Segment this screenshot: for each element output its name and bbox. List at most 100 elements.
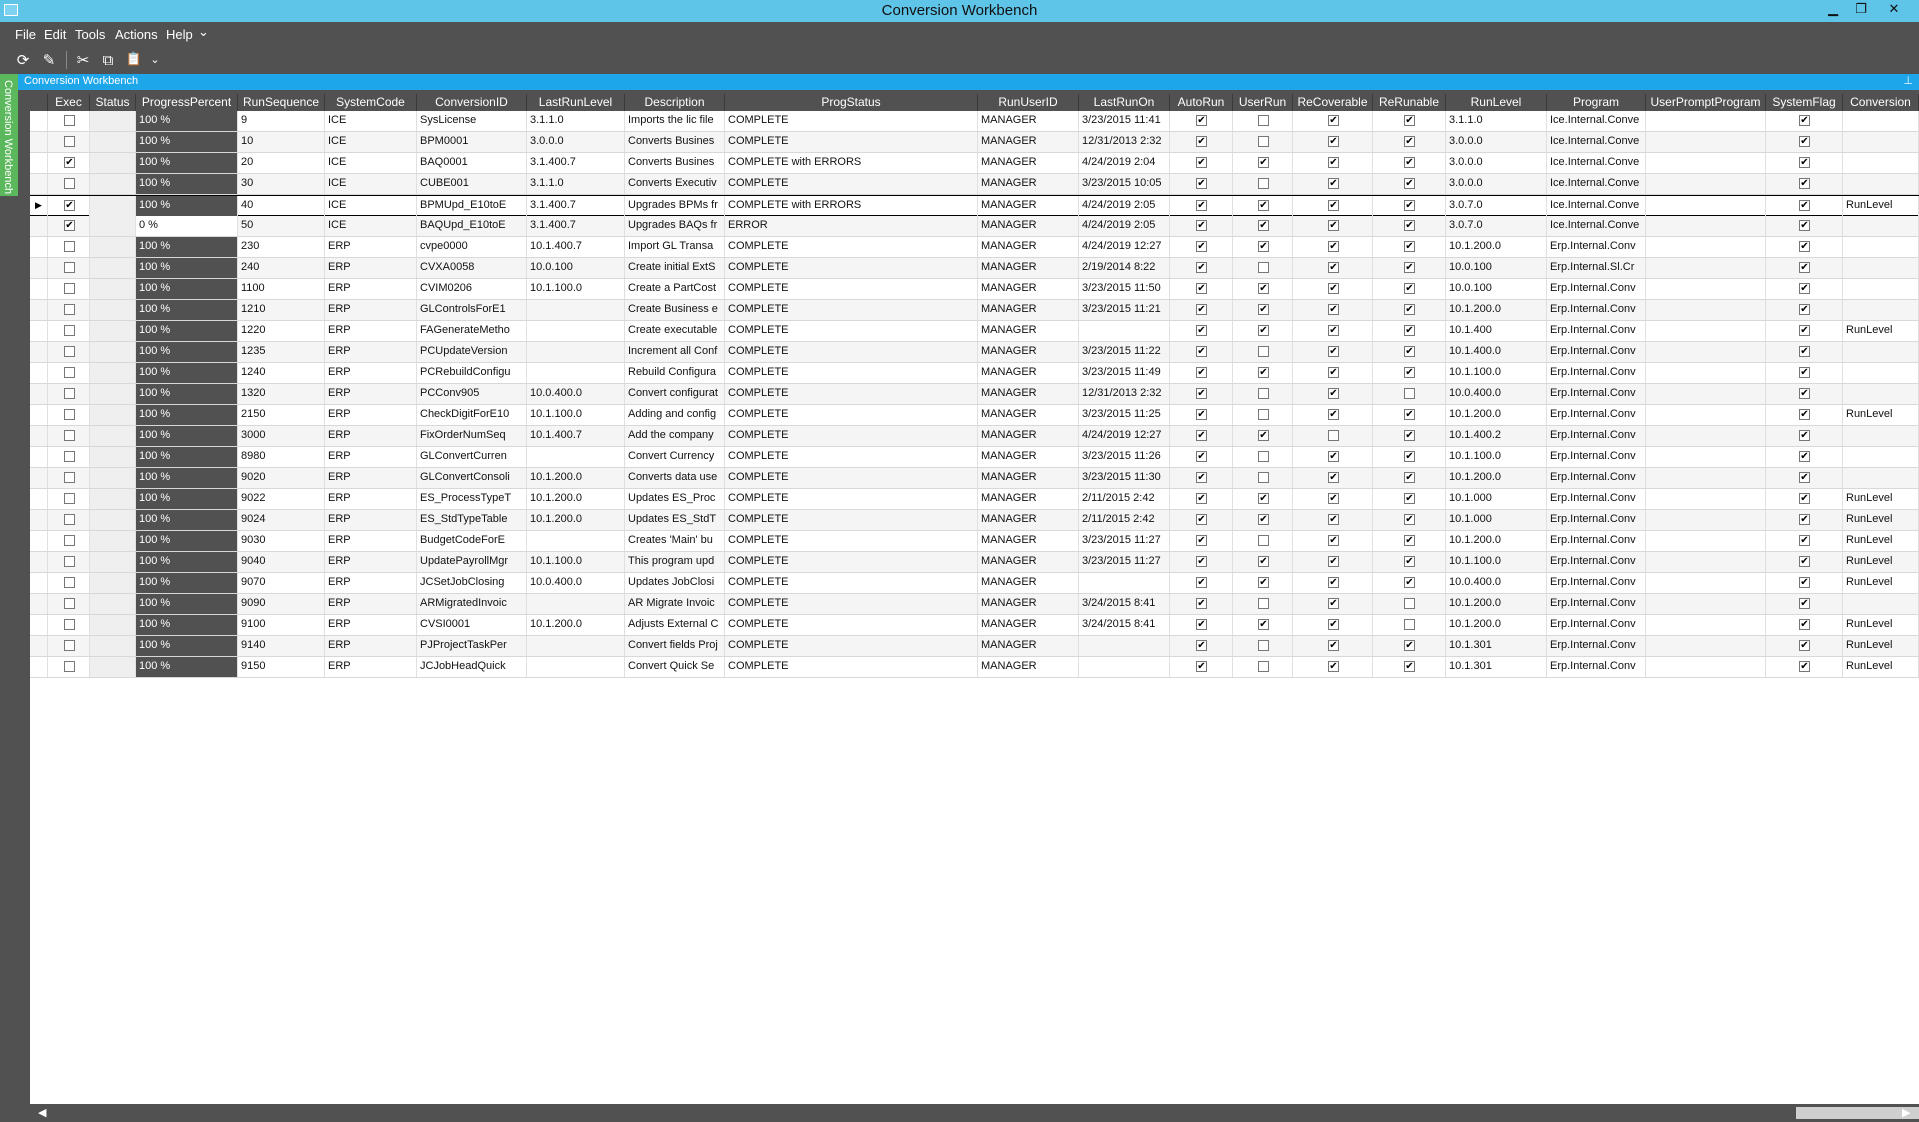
cell-program[interactable]: Ice.Internal.Conve [1547,196,1646,216]
cell-runlevel[interactable]: 10.1.200.0 [1446,237,1547,257]
userrun-checkbox[interactable]: ✔ [1258,619,1269,630]
table-row[interactable]: 100 % 1220 ERP FAGenerateMetho Create execut… [30,321,1919,342]
copy-icon[interactable]: ⧉ [97,49,119,71]
exec-checkbox[interactable] [64,661,75,672]
cell-userpromptprogram[interactable] [1646,531,1766,551]
cell-description[interactable]: This program upd [625,552,725,572]
table-row[interactable]: 100 % 230 ERP cvpe0000 10.1.400.7 Import GL T… [30,237,1919,258]
cell-userpromptprogram[interactable] [1646,363,1766,383]
exec-checkbox[interactable]: ✔ [64,200,75,211]
recoverable-checkbox[interactable]: ✔ [1328,451,1339,462]
cell-runlevel[interactable]: 10.1.000 [1446,489,1547,509]
autorun-checkbox[interactable]: ✔ [1196,115,1207,126]
exec-checkbox[interactable] [64,493,75,504]
rerunable-checkbox[interactable]: ✔ [1404,514,1415,525]
recoverable-checkbox[interactable]: ✔ [1328,367,1339,378]
exec-checkbox[interactable] [64,598,75,609]
cell-userpromptprogram[interactable] [1646,510,1766,530]
recoverable-checkbox[interactable]: ✔ [1328,283,1339,294]
recoverable-checkbox[interactable]: ✔ [1328,493,1339,504]
cell-systemcode[interactable]: ICE [325,111,417,131]
side-tab-conversion-workbench[interactable]: Conversion Workbench [0,74,18,196]
recoverable-checkbox[interactable]: ✔ [1328,200,1339,211]
cell-lastrunlevel[interactable]: 3.1.400.7 [527,216,625,236]
recoverable-checkbox[interactable]: ✔ [1328,220,1339,231]
cell-systemcode[interactable]: ERP [325,615,417,635]
cell-runlevel[interactable]: 10.1.400.2 [1446,426,1547,446]
systemflag-checkbox[interactable]: ✔ [1799,430,1810,441]
cell-lastrunlevel[interactable]: 3.1.1.0 [527,111,625,131]
systemflag-checkbox[interactable]: ✔ [1799,409,1810,420]
userrun-checkbox[interactable] [1258,451,1269,462]
cell-lastrunon[interactable]: 3/23/2015 11:50 [1079,279,1170,299]
menu-help[interactable]: Help [166,27,193,42]
cell-description[interactable]: Adding and config [625,405,725,425]
cell-conversionid[interactable]: ES_StdTypeTable [417,510,527,530]
exec-checkbox[interactable] [64,451,75,462]
cell-conversion[interactable] [1843,216,1919,236]
cell-systemcode[interactable]: ICE [325,216,417,236]
cell-runsequence[interactable]: 1100 [238,279,325,299]
cell-systemcode[interactable]: ICE [325,174,417,194]
table-row[interactable]: 100 % 1210 ERP GLControlsForE1 Create Busine… [30,300,1919,321]
rerunable-checkbox[interactable] [1404,598,1415,609]
row-selector[interactable] [30,426,48,446]
cell-userpromptprogram[interactable] [1646,321,1766,341]
recoverable-checkbox[interactable]: ✔ [1328,409,1339,420]
cell-conversionid[interactable]: JCSetJobClosing [417,573,527,593]
cell-runsequence[interactable]: 30 [238,174,325,194]
cell-lastrunlevel[interactable] [527,300,625,320]
autorun-checkbox[interactable]: ✔ [1196,262,1207,273]
cell-progstatus[interactable]: COMPLETE [725,636,978,656]
cell-runsequence[interactable]: 1320 [238,384,325,404]
cell-program[interactable]: Erp.Internal.Conv [1547,468,1646,488]
cell-systemcode[interactable]: ERP [325,384,417,404]
column-header-userpromptprogram[interactable]: UserPromptProgram [1646,94,1766,111]
row-selector[interactable] [30,363,48,383]
cell-lastrunon[interactable]: 4/24/2019 12:27 [1079,426,1170,446]
row-selector[interactable] [30,489,48,509]
cell-conversionid[interactable]: FAGenerateMetho [417,321,527,341]
table-row[interactable]: 100 % 10 ICE BPM0001 3.0.0.0 Converts Busines… [30,132,1919,153]
systemflag-checkbox[interactable]: ✔ [1799,640,1810,651]
table-row[interactable]: ✔ 0 % 50 ICE BAQUpd_E10toE 3.1.400.7 Upgrades … [30,216,1919,237]
cell-runuserid[interactable]: MANAGER [978,216,1079,236]
systemflag-checkbox[interactable]: ✔ [1799,178,1810,189]
cell-userpromptprogram[interactable] [1646,594,1766,614]
systemflag-checkbox[interactable]: ✔ [1799,598,1810,609]
minimize-button[interactable]: ▁ [1820,0,1846,20]
cell-systemcode[interactable]: ERP [325,321,417,341]
table-row[interactable]: 100 % 30 ICE CUBE001 3.1.1.0 Converts Executi… [30,174,1919,195]
table-row[interactable]: 100 % 3000 ERP FixOrderNumSeq 10.1.400.7 Add … [30,426,1919,447]
row-selector[interactable]: ▶ [30,196,48,216]
cell-runlevel[interactable]: 3.0.0.0 [1446,174,1547,194]
cell-conversionid[interactable]: FixOrderNumSeq [417,426,527,446]
cell-userpromptprogram[interactable] [1646,342,1766,362]
systemflag-checkbox[interactable]: ✔ [1799,556,1810,567]
cell-progstatus[interactable]: COMPLETE with ERRORS [725,196,978,216]
exec-checkbox[interactable] [64,577,75,588]
autorun-checkbox[interactable]: ✔ [1196,598,1207,609]
paste-icon[interactable]: 📋 [123,49,145,71]
row-selector[interactable] [30,447,48,467]
cell-conversion[interactable]: RunLevel [1843,636,1919,656]
cell-conversion[interactable] [1843,468,1919,488]
row-selector[interactable] [30,237,48,257]
cell-conversion[interactable] [1843,132,1919,152]
userrun-checkbox[interactable]: ✔ [1258,325,1269,336]
cell-runsequence[interactable]: 2150 [238,405,325,425]
cell-runsequence[interactable]: 1220 [238,321,325,341]
cell-conversionid[interactable]: BAQ0001 [417,153,527,173]
autorun-checkbox[interactable]: ✔ [1196,200,1207,211]
cell-runlevel[interactable]: 10.0.100 [1446,279,1547,299]
cell-lastrunlevel[interactable]: 10.1.200.0 [527,468,625,488]
cell-runsequence[interactable]: 50 [238,216,325,236]
cell-runsequence[interactable]: 1235 [238,342,325,362]
rerunable-checkbox[interactable]: ✔ [1404,472,1415,483]
cell-runuserid[interactable]: MANAGER [978,447,1079,467]
cell-program[interactable]: Ice.Internal.Conve [1547,174,1646,194]
systemflag-checkbox[interactable]: ✔ [1799,367,1810,378]
cell-conversion[interactable]: RunLevel [1843,321,1919,341]
cell-runlevel[interactable]: 10.0.400.0 [1446,573,1547,593]
cut-icon[interactable]: ✂ [72,49,94,71]
